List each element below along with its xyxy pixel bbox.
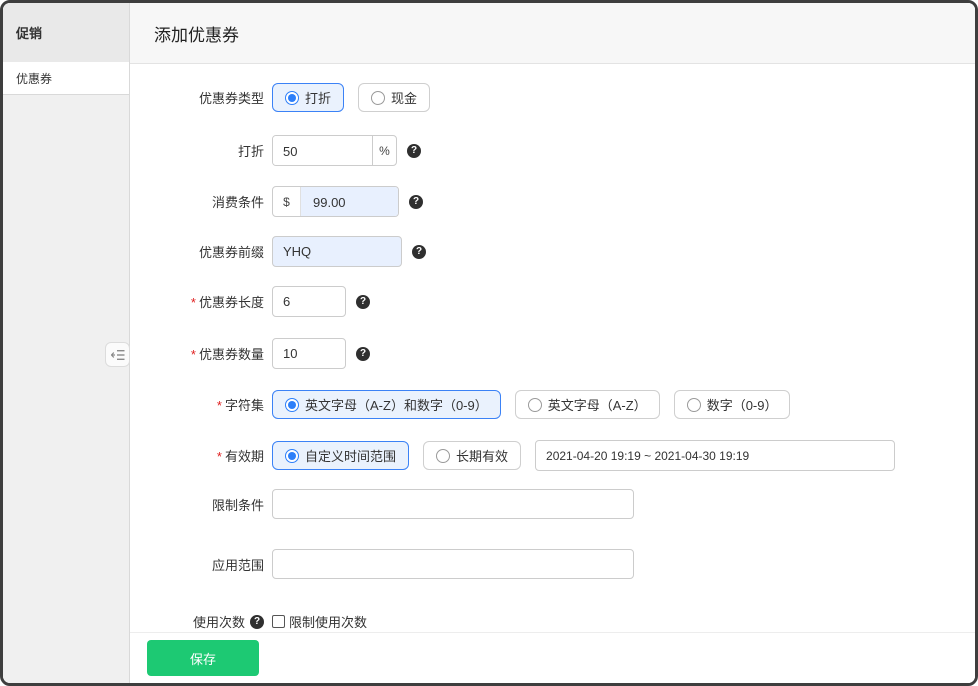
coupon-quantity-label: *优惠券数量 bbox=[130, 344, 264, 363]
required-asterisk: * bbox=[217, 398, 222, 413]
sidebar: 促销 优惠券 bbox=[3, 3, 130, 683]
radio-unselected-icon bbox=[371, 91, 385, 105]
option-label: 打折 bbox=[305, 88, 331, 107]
coupon-prefix-label: 优惠券前缀 bbox=[130, 242, 264, 261]
option-label: 自定义时间范围 bbox=[305, 446, 396, 465]
sidebar-header: 促销 bbox=[3, 3, 129, 62]
coupon-quantity-input[interactable] bbox=[272, 338, 346, 369]
checkbox-unchecked-icon[interactable] bbox=[272, 615, 285, 628]
charset-option-letters-digits[interactable]: 英文字母（A-Z）和数字（0-9） bbox=[272, 390, 501, 419]
sidebar-item-coupon[interactable]: 优惠券 bbox=[3, 62, 129, 95]
app-window: 促销 优惠券 添加优惠券 优惠券类型 打折 bbox=[0, 0, 978, 686]
scope-input[interactable] bbox=[272, 549, 634, 579]
option-label: 英文字母（A-Z）和数字（0-9） bbox=[305, 395, 488, 414]
charset-option-letters[interactable]: 英文字母（A-Z） bbox=[515, 390, 660, 419]
discount-input[interactable] bbox=[273, 136, 372, 166]
charset-option-digits[interactable]: 数字（0-9） bbox=[674, 390, 791, 419]
help-icon[interactable]: ? bbox=[407, 144, 421, 158]
radio-selected-icon bbox=[285, 398, 299, 412]
coupon-type-label: 优惠券类型 bbox=[130, 88, 264, 107]
scope-label: 应用范围 bbox=[130, 555, 264, 574]
radio-unselected-icon bbox=[436, 449, 450, 463]
option-label: 现金 bbox=[391, 88, 417, 107]
required-asterisk: * bbox=[191, 295, 196, 310]
percent-suffix: % bbox=[372, 136, 396, 165]
spend-condition-group: $ bbox=[272, 186, 399, 217]
usage-label: 使用次数 ? bbox=[130, 612, 264, 631]
required-asterisk: * bbox=[217, 449, 222, 464]
coupon-length-input[interactable] bbox=[272, 286, 346, 317]
option-label: 数字（0-9） bbox=[707, 395, 778, 414]
help-icon[interactable]: ? bbox=[250, 615, 264, 629]
validity-option-custom-range[interactable]: 自定义时间范围 bbox=[272, 441, 409, 470]
validity-option-permanent[interactable]: 长期有效 bbox=[423, 441, 521, 470]
option-label: 英文字母（A-Z） bbox=[548, 395, 647, 414]
help-icon[interactable]: ? bbox=[356, 347, 370, 361]
coupon-length-label: *优惠券长度 bbox=[130, 292, 264, 311]
collapse-icon bbox=[111, 349, 125, 361]
form-footer: 保存 bbox=[130, 632, 975, 683]
spend-condition-label: 消费条件 bbox=[130, 192, 264, 211]
restriction-input[interactable] bbox=[272, 489, 634, 519]
help-icon[interactable]: ? bbox=[412, 245, 426, 259]
checkbox-label: 限制使用次数 bbox=[289, 612, 367, 631]
discount-input-group: % bbox=[272, 135, 397, 166]
restriction-label: 限制条件 bbox=[130, 495, 264, 514]
limit-usage-checkbox-wrap[interactable]: 限制使用次数 bbox=[272, 612, 367, 631]
main-header: 添加优惠券 bbox=[130, 3, 975, 64]
coupon-prefix-input[interactable] bbox=[272, 236, 402, 267]
save-button[interactable]: 保存 bbox=[147, 640, 259, 676]
radio-selected-icon bbox=[285, 91, 299, 105]
spend-condition-input[interactable] bbox=[301, 187, 398, 217]
date-range-input[interactable] bbox=[535, 440, 895, 471]
discount-label: 打折 bbox=[130, 141, 264, 160]
coupon-type-option-discount[interactable]: 打折 bbox=[272, 83, 344, 112]
radio-unselected-icon bbox=[687, 398, 701, 412]
dollar-prefix: $ bbox=[273, 187, 301, 216]
main-panel: 添加优惠券 优惠券类型 打折 现金 打折 % bbox=[130, 3, 975, 683]
coupon-form: 优惠券类型 打折 现金 打折 % ? bbox=[130, 64, 975, 683]
help-icon[interactable]: ? bbox=[356, 295, 370, 309]
help-icon[interactable]: ? bbox=[409, 195, 423, 209]
radio-selected-icon bbox=[285, 449, 299, 463]
coupon-type-option-cash[interactable]: 现金 bbox=[358, 83, 430, 112]
page-title: 添加优惠券 bbox=[154, 21, 239, 46]
validity-label: *有效期 bbox=[130, 446, 264, 465]
option-label: 长期有效 bbox=[456, 446, 508, 465]
required-asterisk: * bbox=[191, 347, 196, 362]
charset-label: *字符集 bbox=[130, 395, 264, 414]
collapse-sidebar-button[interactable] bbox=[105, 342, 130, 367]
radio-unselected-icon bbox=[528, 398, 542, 412]
